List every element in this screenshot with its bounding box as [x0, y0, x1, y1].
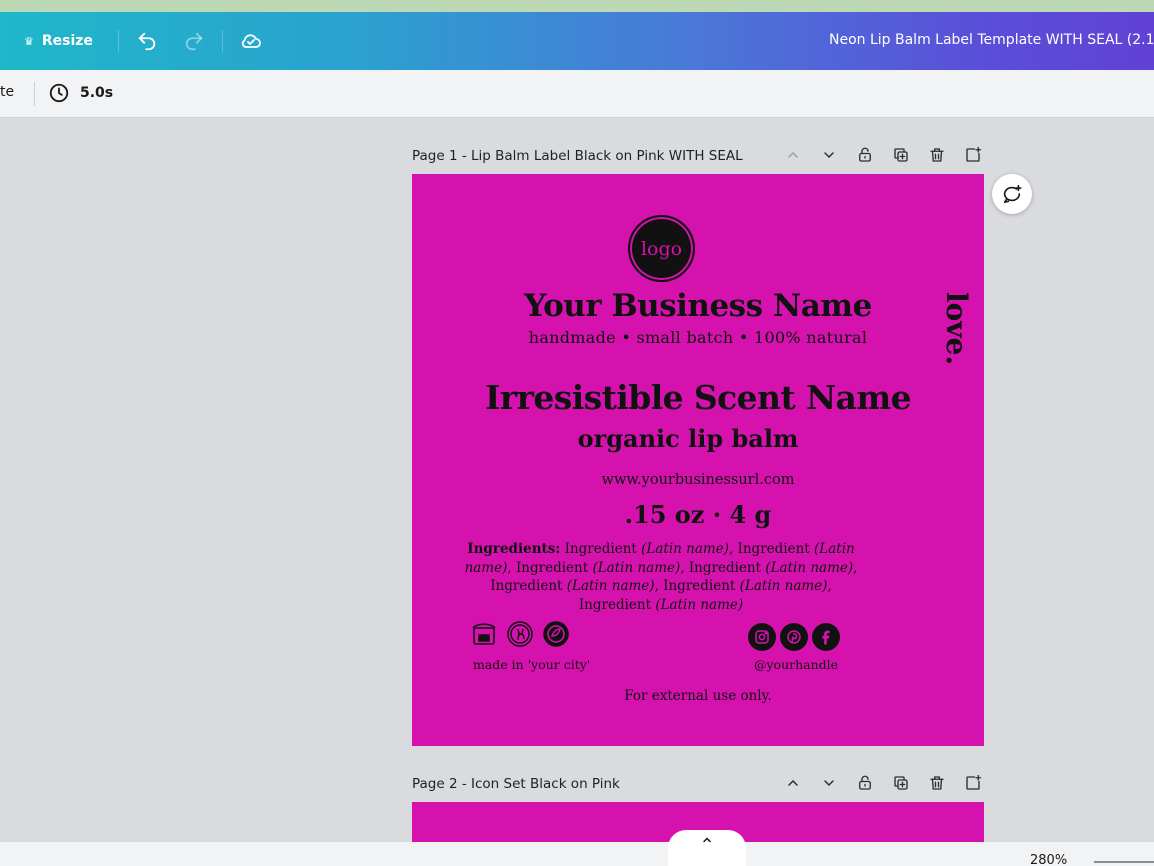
delete-page-button[interactable]	[926, 772, 948, 794]
external-use-notice[interactable]: For external use only.	[412, 688, 984, 704]
social-icons	[748, 623, 840, 651]
crown-icon: ♛	[24, 34, 34, 48]
zoom-slider[interactable]	[1094, 861, 1154, 863]
unlock-icon	[859, 775, 871, 790]
redo-icon	[185, 32, 203, 51]
page-1-canvas[interactable]: logo Your Business Name handmade • small…	[412, 174, 984, 746]
duplicate-icon	[894, 776, 908, 790]
cruelty-free-bunny-icon[interactable]	[506, 620, 534, 648]
add-comment-button[interactable]	[992, 174, 1032, 214]
page-1-header: Page 1 - Lip Balm Label Black on Pink WI…	[412, 144, 984, 168]
move-page-up-button[interactable]	[782, 144, 804, 166]
organic-seal-icon[interactable]	[542, 620, 570, 648]
cloud-save-button[interactable]	[238, 28, 264, 54]
chevron-up-icon	[703, 837, 711, 843]
ingredients-block[interactable]: Ingredients: Ingredient (Latin name), In…	[456, 540, 866, 614]
add-page-icon	[966, 774, 982, 790]
zoom-level[interactable]: 280%	[1030, 853, 1067, 866]
duplicate-icon	[894, 148, 908, 162]
add-page-icon	[966, 146, 982, 162]
resize-button[interactable]: ♛ Resize	[24, 26, 93, 56]
redo-button[interactable]	[181, 28, 207, 54]
unlock-icon	[859, 147, 871, 162]
instagram-icon[interactable]	[748, 623, 776, 651]
trash-icon	[930, 148, 944, 162]
seal-icons	[470, 620, 570, 648]
duplicate-page-button[interactable]	[890, 144, 912, 166]
bottom-bar	[0, 842, 1154, 866]
facebook-icon[interactable]	[812, 623, 840, 651]
social-handle[interactable]: @yourhandle	[754, 657, 838, 672]
toolbar-truncated-label[interactable]: te	[0, 84, 14, 100]
page-panel-toggle[interactable]	[668, 830, 746, 866]
lock-page-button[interactable]	[854, 144, 876, 166]
undo-button[interactable]	[134, 28, 160, 54]
chevron-up-icon	[788, 151, 798, 158]
product-name[interactable]: organic lip balm	[412, 424, 974, 453]
secondary-toolbar: te 5.0s	[0, 70, 1154, 118]
add-page-button[interactable]	[962, 144, 984, 166]
move-page-down-button[interactable]	[818, 772, 840, 794]
tagline[interactable]: handmade • small batch • 100% natural	[412, 328, 984, 347]
toolbar-divider	[34, 82, 35, 106]
comment-add-icon	[1003, 184, 1022, 204]
logo-text: logo	[640, 237, 683, 260]
logo-placeholder[interactable]: logo	[628, 215, 695, 282]
page-2-actions	[782, 772, 984, 794]
resize-label: Resize	[41, 33, 93, 49]
move-page-down-button[interactable]	[818, 144, 840, 166]
editor-header: ♛ Resize Neon Lip Balm Label Template WI…	[0, 12, 1154, 70]
chevron-down-icon	[824, 780, 834, 787]
browser-strip	[0, 0, 1154, 12]
page-1-actions	[782, 144, 984, 166]
side-word[interactable]: love.	[940, 292, 974, 372]
chevron-up-icon	[788, 779, 798, 786]
business-name[interactable]: Your Business Name	[412, 288, 984, 324]
net-weight[interactable]: .15 oz · 4 g	[412, 500, 984, 529]
page-2-title[interactable]: Page 2 - Icon Set Black on Pink	[412, 776, 620, 792]
move-page-up-button[interactable]	[782, 772, 804, 794]
timing-button[interactable]: 5.0s	[48, 82, 113, 104]
header-divider	[222, 30, 223, 52]
duplicate-page-button[interactable]	[890, 772, 912, 794]
side-word-text: love.	[940, 292, 973, 366]
scent-name[interactable]: Irresistible Scent Name	[412, 378, 984, 417]
business-url[interactable]: www.yourbusinessurl.com	[412, 472, 984, 488]
chevron-down-icon	[824, 152, 834, 159]
balm-tin-icon[interactable]	[470, 620, 498, 648]
header-divider	[118, 30, 119, 52]
made-in-text[interactable]: made in 'your city'	[473, 657, 590, 672]
duration-label: 5.0s	[80, 85, 114, 101]
delete-page-button[interactable]	[926, 144, 948, 166]
lock-page-button[interactable]	[854, 772, 876, 794]
pinterest-icon[interactable]	[780, 623, 808, 651]
clock-icon	[49, 83, 69, 103]
page-1-title[interactable]: Page 1 - Lip Balm Label Black on Pink WI…	[412, 148, 743, 164]
ingredients-label: Ingredients:	[467, 541, 561, 557]
add-page-button[interactable]	[962, 772, 984, 794]
undo-icon	[138, 32, 156, 51]
cloud-check-icon	[241, 34, 261, 48]
page-2-header: Page 2 - Icon Set Black on Pink	[412, 772, 984, 796]
trash-icon	[930, 776, 944, 790]
document-title[interactable]: Neon Lip Balm Label Template WITH SEAL (…	[829, 32, 1154, 48]
